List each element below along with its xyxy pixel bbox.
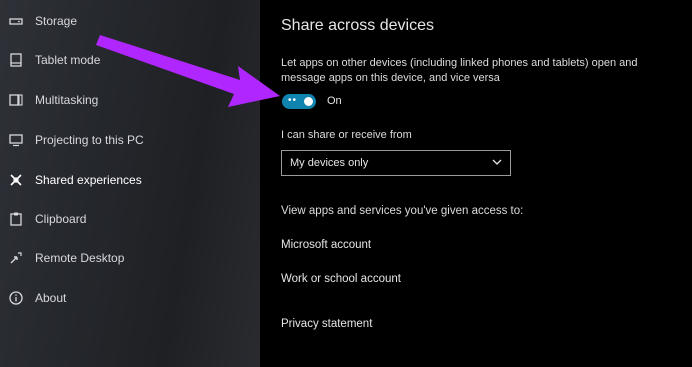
- sidebar-item-label: Projecting to this PC: [35, 133, 144, 147]
- clipboard-icon: [8, 211, 24, 227]
- toggle-knob: [304, 97, 313, 106]
- sidebar-item-label: Shared experiences: [35, 173, 142, 187]
- multitasking-icon: [8, 92, 24, 108]
- sidebar-item-shared-experiences[interactable]: Shared experiences: [0, 163, 260, 197]
- sidebar-item-remote-desktop[interactable]: Remote Desktop: [0, 241, 260, 275]
- share-description: Let apps on other devices (including lin…: [281, 57, 638, 84]
- sidebar-item-label: Storage: [35, 14, 78, 28]
- share-receive-label: I can share or receive from: [281, 129, 412, 141]
- sidebar-item-label: Multitasking: [35, 93, 99, 107]
- remote-desktop-icon: [8, 250, 24, 266]
- share-across-devices-toggle[interactable]: ••: [282, 94, 316, 109]
- privacy-statement-link[interactable]: Privacy statement: [281, 318, 372, 330]
- dropdown-value: My devices only: [290, 157, 369, 169]
- shared-experiences-icon: [8, 172, 24, 188]
- sidebar-item-multitasking[interactable]: Multitasking: [0, 83, 260, 117]
- sidebar-item-label: Clipboard: [35, 212, 87, 226]
- about-icon: [8, 290, 24, 306]
- storage-icon: [8, 13, 24, 29]
- chevron-down-icon: [492, 159, 502, 165]
- sidebar-item-label: Tablet mode: [35, 53, 101, 67]
- sidebar-item-label: About: [35, 291, 67, 305]
- sidebar-item-label: Remote Desktop: [35, 251, 125, 265]
- settings-sidebar: Storage Tablet mode Multitasking Project…: [0, 0, 260, 367]
- sidebar-item-tablet-mode[interactable]: Tablet mode: [0, 43, 260, 77]
- toggle-dots-icon: ••: [288, 95, 298, 106]
- sidebar-item-about[interactable]: About: [0, 281, 260, 315]
- projecting-icon: [8, 132, 24, 148]
- sidebar-item-storage[interactable]: Storage: [0, 4, 260, 38]
- toggle-state-label: On: [327, 95, 342, 107]
- sidebar-item-clipboard[interactable]: Clipboard: [0, 202, 260, 236]
- settings-content: Share across devices Let apps on other d…: [260, 0, 692, 367]
- tablet-mode-icon: [8, 52, 24, 68]
- work-school-account-link[interactable]: Work or school account: [281, 273, 401, 285]
- sidebar-item-projecting[interactable]: Projecting to this PC: [0, 123, 260, 157]
- page-title: Share across devices: [281, 17, 434, 34]
- view-apps-text: View apps and services you've given acce…: [281, 205, 524, 217]
- microsoft-account-link[interactable]: Microsoft account: [281, 239, 371, 251]
- share-from-dropdown[interactable]: My devices only: [281, 150, 511, 176]
